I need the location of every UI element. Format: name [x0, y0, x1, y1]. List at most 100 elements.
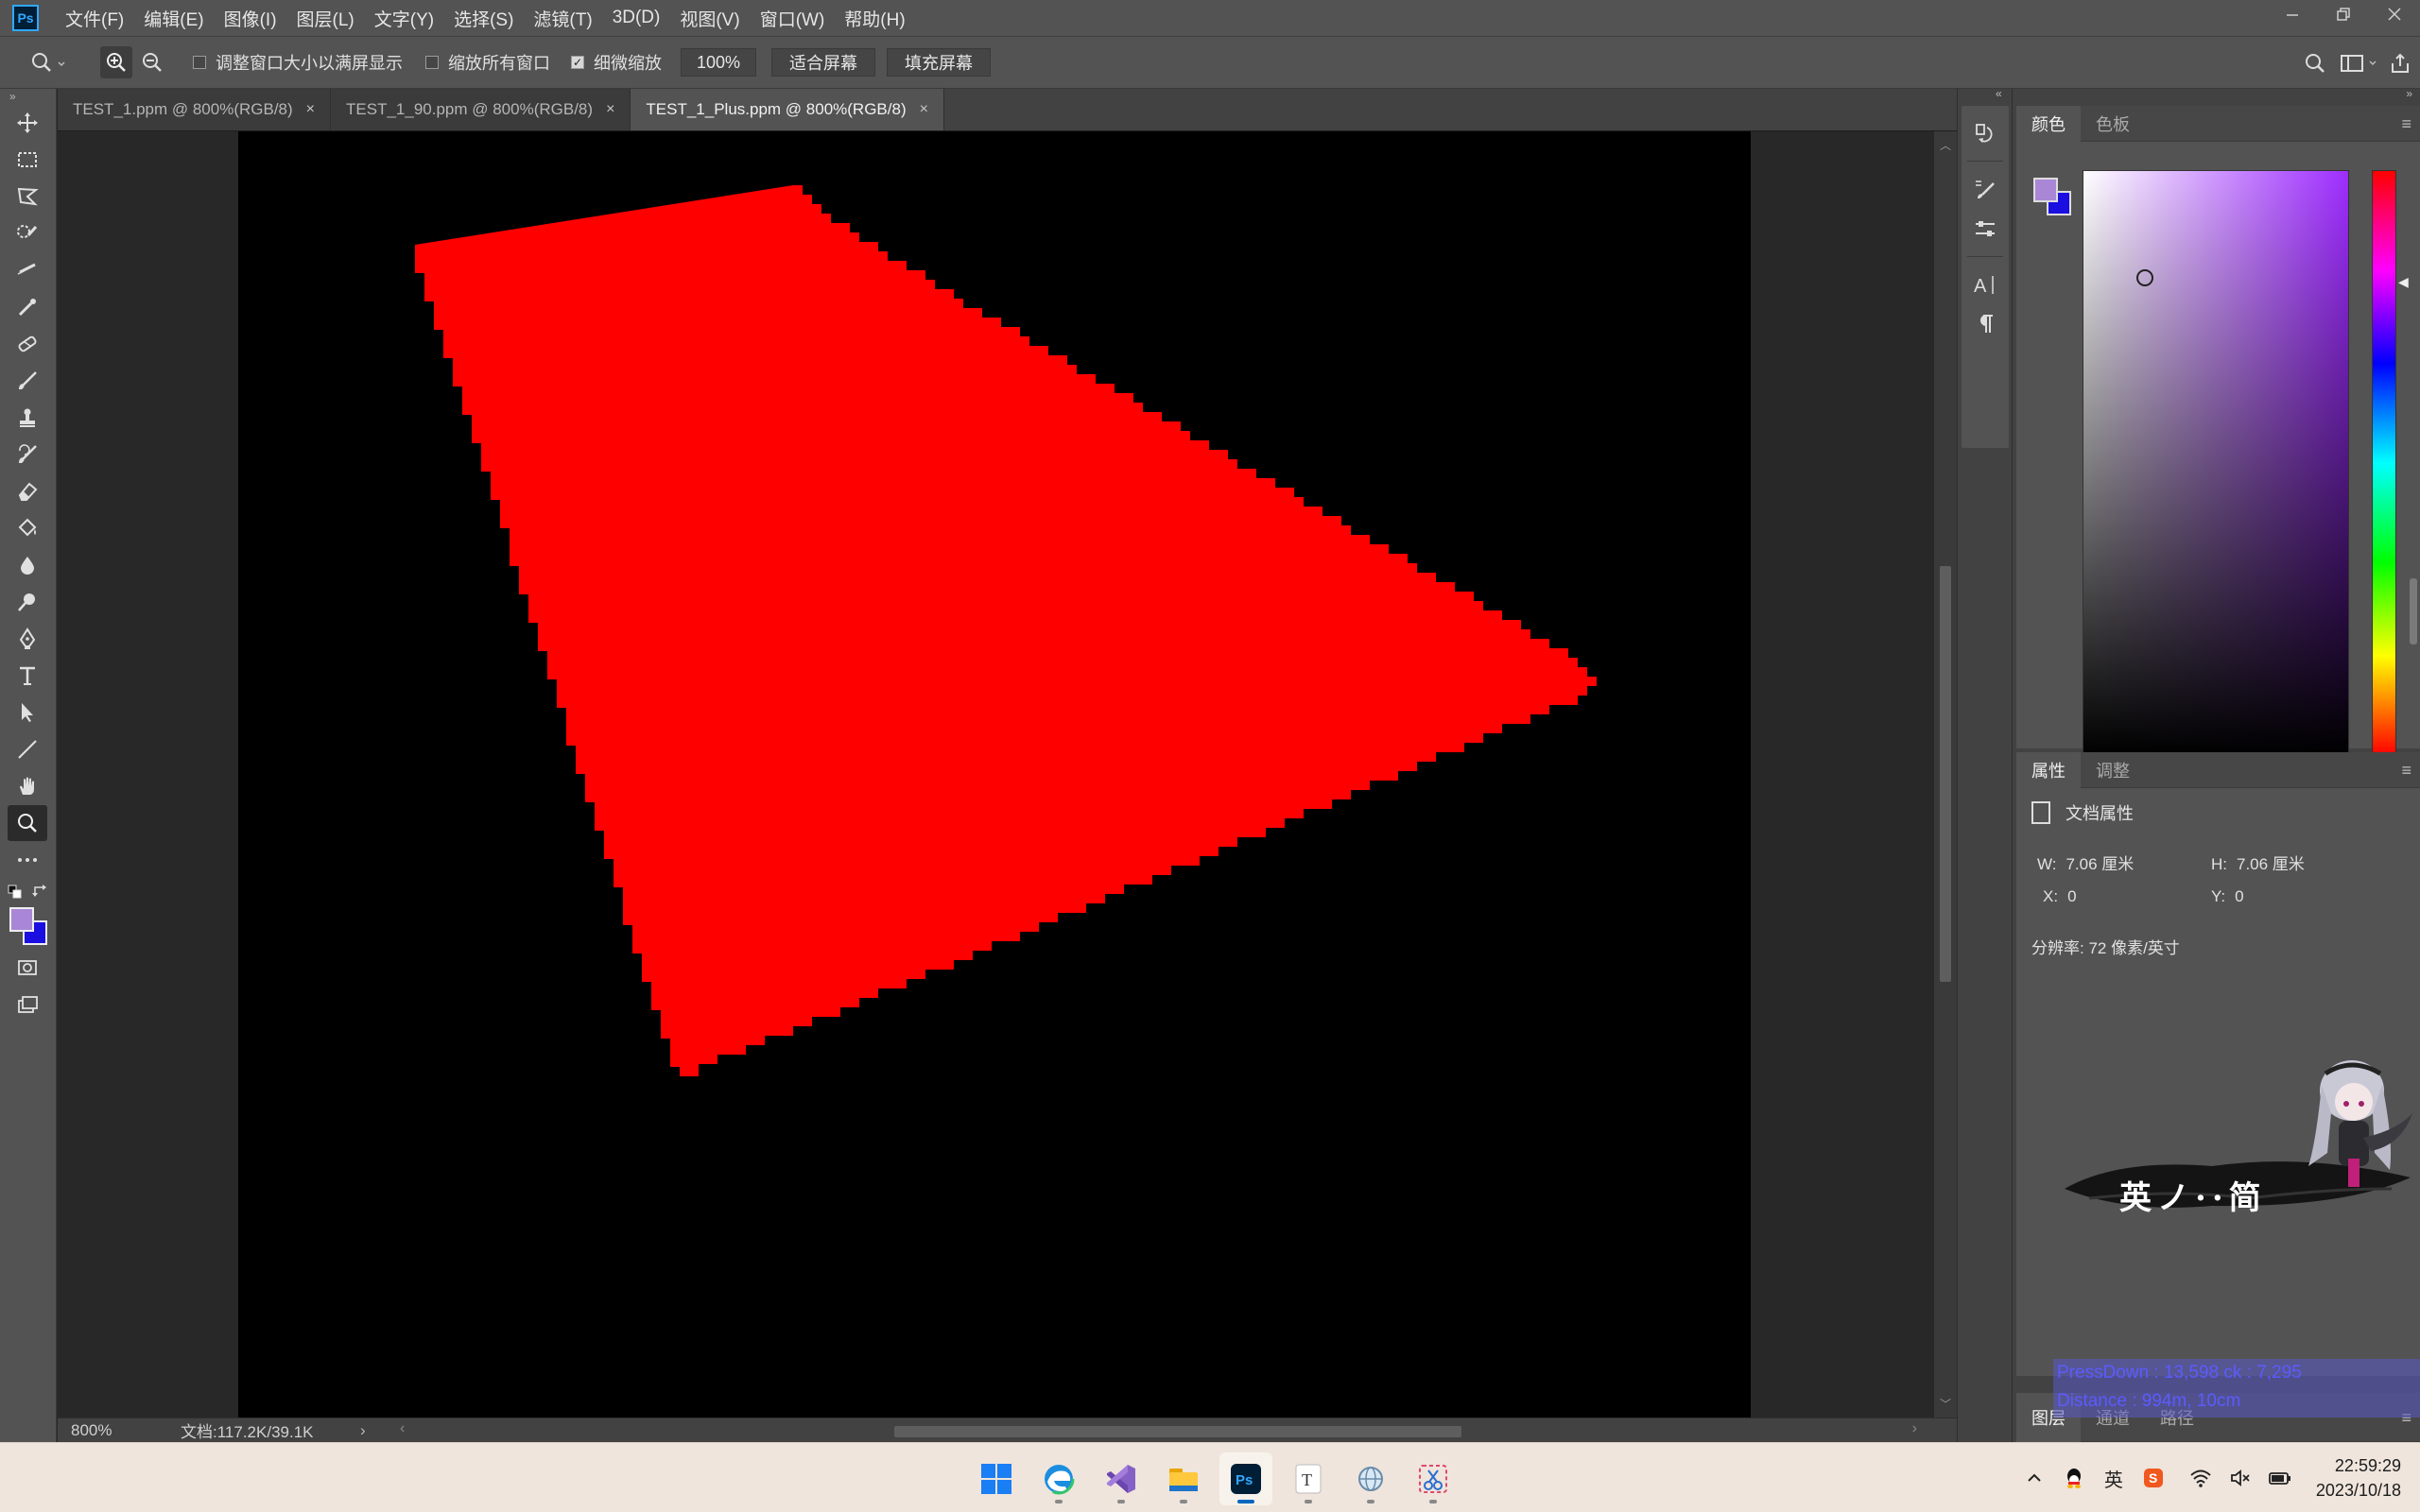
photoshop-icon[interactable]: Ps: [1219, 1452, 1272, 1505]
history-brush-tool-icon[interactable]: [8, 437, 47, 472]
tab-test-1-plus[interactable]: TEST_1_Plus.ppm @ 800%(RGB/8) ×: [631, 89, 944, 130]
zoom-level[interactable]: 800%: [58, 1421, 181, 1440]
menu-help[interactable]: 帮助(H): [844, 6, 905, 31]
menu-file[interactable]: 文件(F): [65, 6, 124, 31]
adjustments-icon[interactable]: [1962, 209, 2009, 249]
menu-view[interactable]: 视图(V): [680, 6, 739, 31]
brush-tool-icon[interactable]: [8, 363, 47, 399]
document-canvas[interactable]: [238, 131, 1751, 1418]
chevron-up-icon[interactable]: [2017, 1461, 2051, 1495]
search-icon[interactable]: [2299, 47, 2331, 79]
share-icon[interactable]: [2384, 47, 2416, 79]
scroll-up-icon[interactable]: ︿: [1940, 137, 1951, 153]
stamp-tool-icon[interactable]: [8, 400, 47, 436]
horizontal-scrollbar[interactable]: ‹ ›: [398, 1420, 1919, 1441]
default-colors-icon[interactable]: [8, 885, 23, 900]
menu-3d[interactable]: 3D(D): [613, 8, 661, 28]
panel-menu-icon[interactable]: ≡: [2401, 761, 2411, 781]
network-app-icon[interactable]: [1344, 1452, 1397, 1505]
close-icon[interactable]: ×: [306, 101, 315, 118]
close-icon[interactable]: [2369, 0, 2420, 28]
quick-select-tool-icon[interactable]: [8, 215, 47, 251]
scroll-right-icon[interactable]: ›: [1912, 1420, 1917, 1437]
menu-image[interactable]: 图像(I): [224, 6, 277, 31]
color-sampler-tool-icon[interactable]: [8, 289, 47, 325]
height-value[interactable]: 7.06 厘米: [2237, 855, 2305, 873]
screen-mode-icon[interactable]: [8, 987, 47, 1022]
menu-layer[interactable]: 图层(L): [297, 6, 354, 31]
scrubby-zoom-checkbox[interactable]: ✓: [571, 56, 584, 69]
pen-tool-icon[interactable]: [8, 621, 47, 657]
type-tool-icon[interactable]: [8, 658, 47, 694]
tab-test-1[interactable]: TEST_1.ppm @ 800%(RGB/8) ×: [58, 89, 332, 130]
line-tool-icon[interactable]: [8, 731, 47, 767]
zoom-out-icon[interactable]: [136, 46, 168, 78]
close-icon[interactable]: ×: [606, 101, 614, 118]
hue-slider[interactable]: [2372, 170, 2396, 756]
edge-icon[interactable]: [1032, 1452, 1085, 1505]
close-icon[interactable]: ×: [920, 101, 928, 118]
lasso-tool-icon[interactable]: [8, 179, 47, 215]
menu-select[interactable]: 选择(S): [454, 6, 513, 31]
scrubby-zoom-option[interactable]: ✓ 细微缩放: [571, 50, 662, 75]
x-value[interactable]: 0: [2067, 887, 2076, 905]
blur-tool-icon[interactable]: [8, 547, 47, 583]
snipping-tool-icon[interactable]: [1407, 1452, 1460, 1505]
zoom-value-field[interactable]: 100%: [681, 48, 756, 77]
menu-type[interactable]: 文字(Y): [374, 6, 434, 31]
scroll-down-icon[interactable]: ﹀: [1940, 1396, 1951, 1412]
dodge-tool-icon[interactable]: [8, 584, 47, 620]
more-tools-icon[interactable]: [8, 842, 47, 878]
path-select-tool-icon[interactable]: [8, 695, 47, 730]
history-panel-icon[interactable]: [1962, 113, 2009, 153]
workspace-icon[interactable]: [2337, 47, 2384, 79]
marquee-tool-icon[interactable]: [8, 142, 47, 178]
foreground-color-swatch[interactable]: [9, 907, 34, 932]
resize-windows-checkbox[interactable]: [193, 56, 206, 69]
y-value[interactable]: 0: [2235, 887, 2243, 905]
zoom-all-option[interactable]: 缩放所有窗口: [425, 50, 550, 75]
qq-icon[interactable]: [2057, 1461, 2091, 1495]
zoom-tool-icon[interactable]: [8, 805, 47, 841]
minimize-icon[interactable]: [2267, 0, 2318, 28]
tab-test-1-90[interactable]: TEST_1_90.ppm @ 800%(RGB/8) ×: [331, 89, 631, 130]
swap-colors-icon[interactable]: [32, 884, 47, 899]
desktop-mascot-widget[interactable]: 英ノ··简: [2061, 1047, 2420, 1236]
tab-adjustments[interactable]: 调整: [2081, 752, 2145, 788]
foreground-color-swatch[interactable]: [2033, 178, 2058, 202]
status-menu-icon[interactable]: ›: [360, 1421, 398, 1440]
hue-slider-handle[interactable]: ◀: [2398, 274, 2409, 290]
hand-tool-icon[interactable]: [8, 768, 47, 804]
canvas-area[interactable]: [58, 131, 1934, 1418]
battery-icon[interactable]: [2263, 1461, 2297, 1495]
brush-settings-icon[interactable]: [1962, 169, 2009, 209]
dock-expand-icon[interactable]: »: [2406, 87, 2412, 100]
healing-brush-tool-icon[interactable]: [8, 326, 47, 362]
zoom-all-checkbox[interactable]: [425, 56, 439, 69]
vertical-scroll-thumb[interactable]: [1940, 566, 1951, 982]
color-picker-marker[interactable]: [2136, 269, 2153, 286]
quick-mask-icon[interactable]: [8, 950, 47, 986]
ime-icon[interactable]: 英: [2097, 1461, 2131, 1495]
typora-icon[interactable]: T: [1282, 1452, 1335, 1505]
move-tool-icon[interactable]: [8, 105, 47, 141]
panel-menu-icon[interactable]: ≡: [2401, 114, 2411, 134]
character-panel-icon[interactable]: A: [1962, 265, 2009, 304]
scroll-left-icon[interactable]: ‹: [400, 1420, 405, 1437]
menu-filter[interactable]: 滤镜(T): [533, 6, 592, 31]
volume-muted-icon[interactable]: [2223, 1461, 2257, 1495]
tab-properties[interactable]: 属性: [2016, 751, 2081, 788]
system-clock[interactable]: 22:59:29 2023/10/18: [2316, 1453, 2401, 1503]
wifi-icon[interactable]: [2184, 1461, 2218, 1495]
menu-window[interactable]: 窗口(W): [760, 6, 825, 31]
zoom-tool-preset-icon[interactable]: [25, 46, 74, 78]
zoom-in-icon[interactable]: [100, 46, 132, 78]
sogou-icon[interactable]: S: [2136, 1461, 2170, 1495]
vertical-scrollbar[interactable]: ︿ ﹀: [1934, 131, 1957, 1418]
menu-edit[interactable]: 编辑(E): [144, 6, 203, 31]
dock-collapse-icon[interactable]: «: [1996, 87, 2002, 100]
color-picker-field[interactable]: [2083, 170, 2349, 756]
paint-bucket-tool-icon[interactable]: [8, 510, 47, 546]
horizontal-scroll-thumb[interactable]: [894, 1425, 1461, 1437]
fill-screen-button[interactable]: 填充屏幕: [887, 48, 991, 77]
